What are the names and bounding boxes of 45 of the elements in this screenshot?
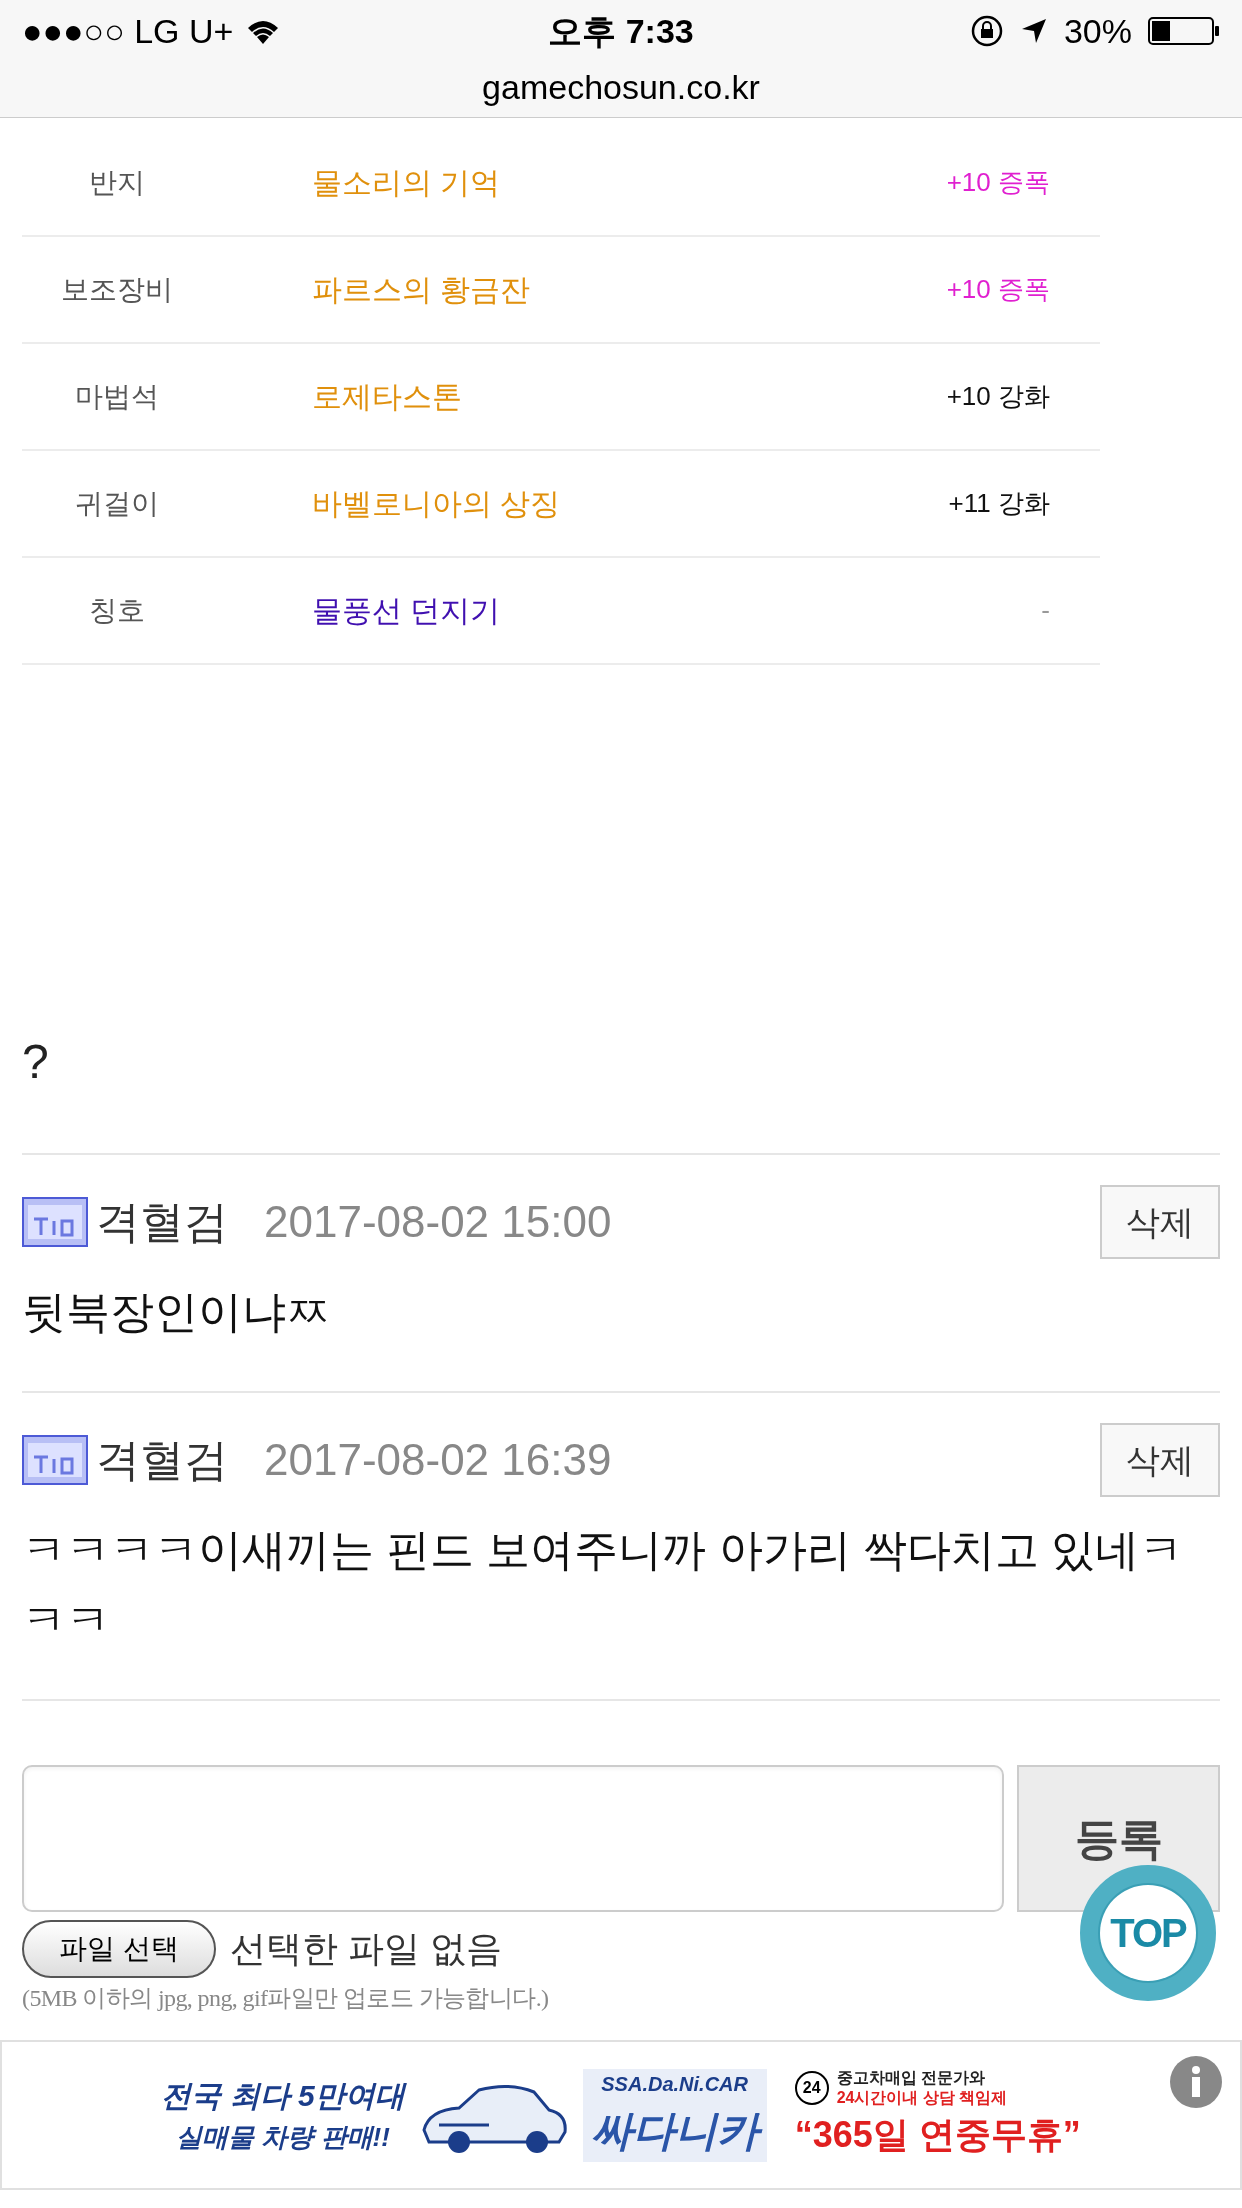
post-text: ? (22, 1034, 49, 1090)
item-name: 바벨로니아의 상징 (311, 486, 562, 522)
top-button[interactable]: TOP (1080, 1865, 1216, 2001)
slot-label: 보조장비 (60, 272, 174, 307)
comment-date: 2017-08-02 16:39 (264, 1434, 612, 1486)
item-name: 로제타스톤 (311, 379, 463, 415)
ad-subline: 실매물 차량 판매!! (176, 2121, 390, 2154)
enhance-level: +11 강화 (947, 487, 1051, 520)
ad-info: 24시간이내 상담 책임제 (836, 2088, 1008, 2108)
ad-info: 중고차매입 전문가와 (836, 2068, 987, 2088)
item-name: 물풍선 던지기 (311, 593, 502, 629)
ad-headline: 전국 최다 5만여대 (161, 2078, 405, 2114)
ad-brand-latin: SSA.Da.Ni.CAR (601, 2071, 748, 2097)
file-select-button[interactable]: 파일 선택 (22, 1920, 216, 1978)
carrier-signal: ●●●○○ LG U+ (22, 10, 234, 52)
level-badge-icon (22, 1197, 88, 1247)
slot-label: 반지 (88, 165, 146, 200)
item-name: 파르스의 황금잔 (311, 272, 532, 308)
enhance-level: +10 강화 (945, 380, 1051, 413)
comment-author: 격혈검 (96, 1434, 228, 1486)
page-url: gamechosun.co.kr (481, 67, 761, 108)
upload-note: (5MB 이하의 jpg, png, gif파일만 업로드 가능합니다.) (22, 1984, 550, 2013)
enhance-level: +10 증폭 (945, 273, 1051, 306)
comment-author: 격혈검 (96, 1196, 228, 1248)
ad-phone-badge: 24 (794, 2071, 829, 2105)
ad-slogan: “365일 연중무휴” (794, 2113, 1081, 2157)
slot-label: 칭호 (88, 593, 146, 628)
enhance-level: - (1040, 594, 1051, 627)
slot-label: 귀걸이 (74, 486, 160, 521)
delete-button[interactable]: 삭제 (1100, 1185, 1220, 1259)
comment-date: 2017-08-02 15:00 (264, 1196, 612, 1248)
file-status: 선택한 파일 없음 (230, 1927, 502, 1971)
item-name: 물소리의 기억 (311, 165, 502, 201)
comment-body: 뒷북장인이냐ㅉ (22, 1286, 331, 1338)
level-badge-icon (22, 1435, 88, 1485)
battery-icon (1148, 16, 1220, 46)
comment-input[interactable] (22, 1765, 1004, 1912)
info-icon[interactable] (1170, 2056, 1222, 2108)
slot-label: 마법석 (74, 379, 160, 414)
battery-percent: 30% (1063, 10, 1132, 52)
comment-body: ㅋㅋㅋㅋ이새끼는 핀드 보여주니까 아가리 싹다치고 있네ㅋㅋㅋ (22, 1524, 1185, 1646)
delete-button[interactable]: 삭제 (1100, 1423, 1220, 1497)
clock: 오후 7:33 (548, 10, 694, 52)
rotation-lock-icon (969, 14, 1004, 48)
enhance-level: +10 증폭 (945, 166, 1051, 199)
